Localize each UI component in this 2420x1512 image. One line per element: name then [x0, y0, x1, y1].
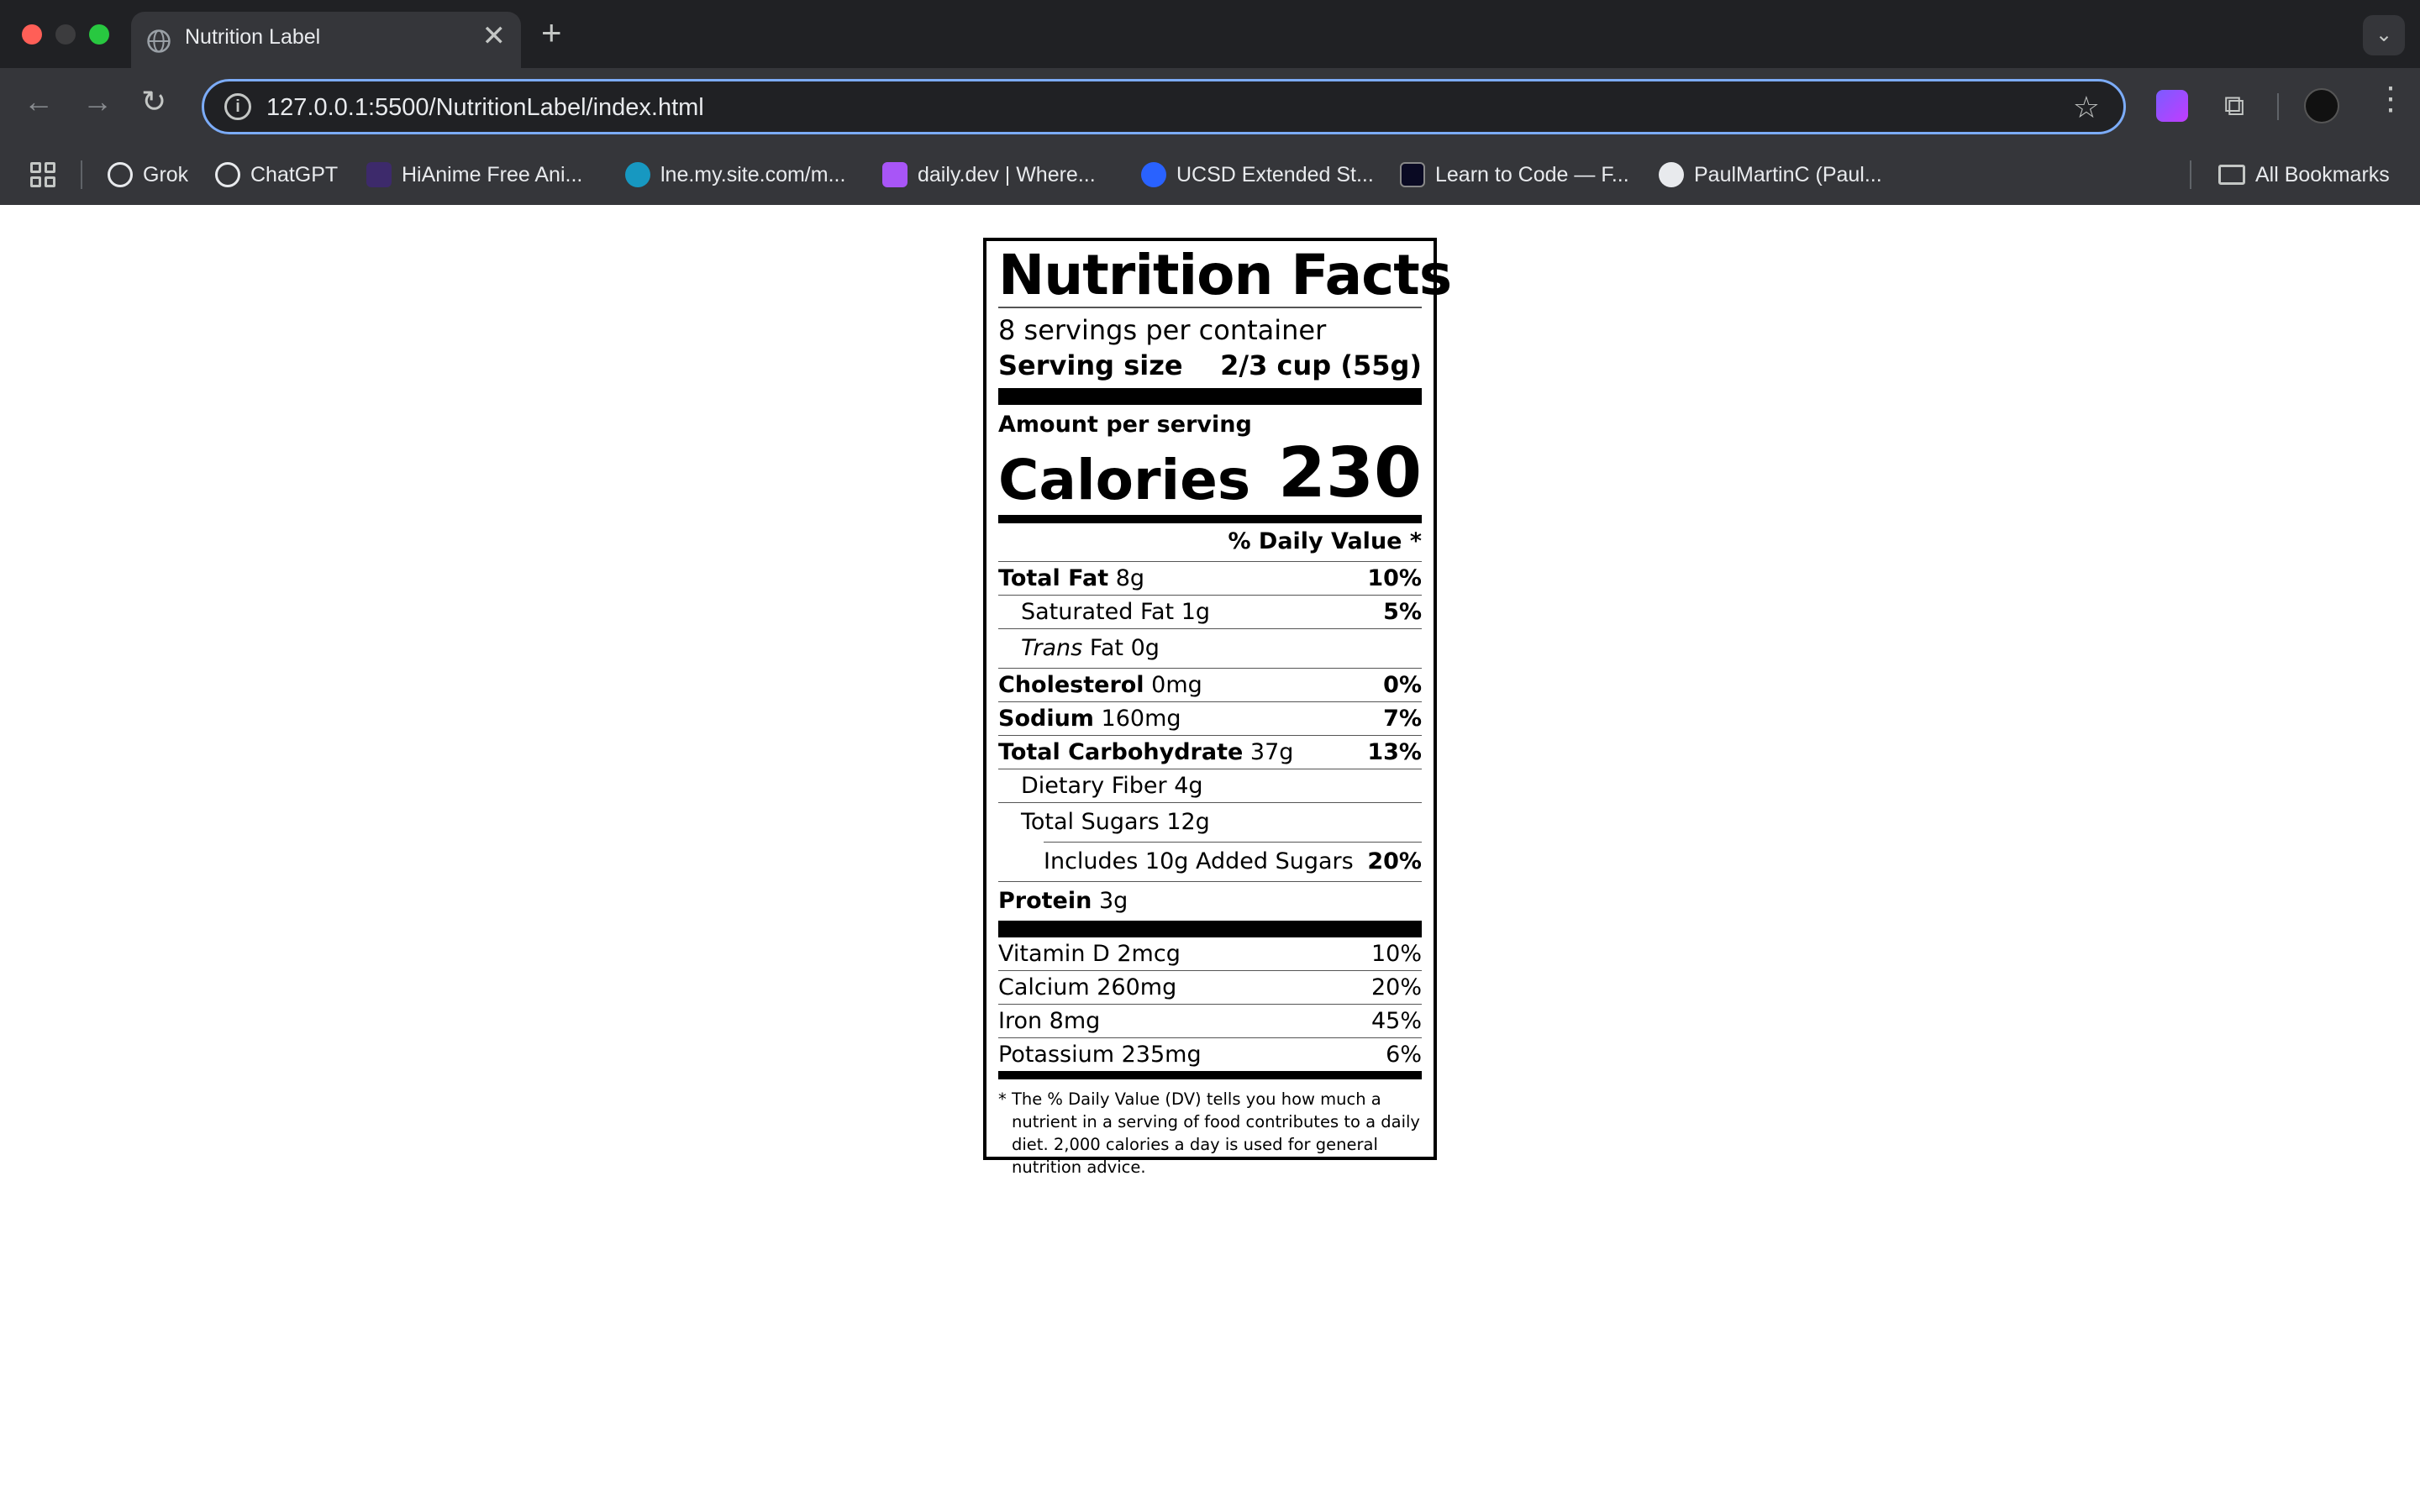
bookmarks-bar: Grok ChatGPT HiAnime Free Ani... lne.my.…	[0, 145, 2420, 205]
apps-grid-icon[interactable]	[30, 162, 55, 187]
bookmark-chatgpt[interactable]: ChatGPT	[215, 160, 338, 190]
calories-label: Calories	[998, 447, 1251, 512]
nutrient-row-trans-fat: Trans Fat 0g	[1021, 635, 1160, 662]
nutrient-row-protein: Protein 3g	[998, 888, 1128, 915]
browser-chrome: Nutrition Label ✕ + ⌄ ← → ↻ i 127.0.0.1:…	[0, 0, 2420, 205]
nutrient-row-dietary-fiber: Dietary Fiber 4g	[1021, 772, 1203, 799]
saturated-fat-pct: 5%	[1383, 598, 1422, 625]
nutrient-row-total-fat: Total Fat 8g 10%	[998, 564, 1422, 591]
bookmarks-divider-right	[2190, 160, 2191, 189]
toolbar-divider	[2277, 93, 2279, 120]
site-info-icon[interactable]: i	[224, 93, 251, 120]
serving-size-label: Serving size	[998, 349, 1183, 381]
nutrient-row-sodium: Sodium 160mg 7%	[998, 705, 1422, 732]
calories-value: 230	[1277, 433, 1422, 513]
profile-avatar[interactable]	[2304, 88, 2339, 123]
vitamin-row: Vitamin D 2mcg 10%	[998, 940, 1422, 967]
serving-size-row: Serving size 2/3 cup (55g)	[998, 349, 1422, 384]
tab-strip: Nutrition Label ✕ + ⌄	[0, 0, 2420, 68]
maximize-window-button[interactable]	[89, 24, 109, 45]
calories-row: Calories 230	[998, 433, 1422, 513]
nutrition-label: Nutrition Facts 8 servings per container…	[983, 238, 1452, 1177]
cholesterol-pct: 0%	[1383, 671, 1422, 698]
forward-button[interactable]: →	[82, 87, 113, 117]
back-button[interactable]: ←	[24, 87, 54, 117]
bookmark-star-icon[interactable]: ☆	[2073, 90, 2100, 125]
extension-icon[interactable]	[2156, 90, 2188, 122]
toolbar: ← → ↻ i 127.0.0.1:5500/NutritionLabel/in…	[0, 68, 2420, 145]
total-carbohydrate-pct: 13%	[1367, 738, 1422, 765]
grok-icon	[108, 162, 133, 187]
menu-kebab-icon[interactable]: ⋮	[2375, 83, 2407, 115]
bookmark-salesforce[interactable]: lne.my.site.com/m...	[625, 160, 845, 190]
dailydev-icon	[882, 162, 908, 187]
bookmark-dailydev[interactable]: daily.dev | Where...	[882, 160, 1096, 190]
tab-search-chevron-icon[interactable]: ⌄	[2363, 15, 2405, 55]
nutrient-row-cholesterol: Cholesterol 0mg 0%	[998, 671, 1422, 698]
cloud-icon	[625, 162, 650, 187]
thick-divider	[998, 388, 1422, 406]
label-title: Nutrition Facts	[998, 243, 1452, 307]
sodium-pct: 7%	[1383, 705, 1422, 732]
total-fat-pct: 10%	[1367, 564, 1422, 591]
bookmark-github[interactable]: PaulMartinC (Paul...	[1659, 160, 1882, 190]
daily-value-header: % Daily Value *	[1228, 528, 1422, 554]
all-bookmarks-button[interactable]: All Bookmarks	[2218, 160, 2390, 190]
close-tab-icon[interactable]: ✕	[482, 22, 507, 50]
nutrient-row-saturated-fat: Saturated Fat 1g 5%	[1021, 598, 1422, 625]
nutrient-row-total-carbohydrate: Total Carbohydrate 37g 13%	[998, 738, 1422, 765]
github-icon	[1659, 162, 1684, 187]
nutrient-row-added-sugars: Includes 10g Added Sugars 20%	[1044, 848, 1422, 875]
bookmark-ucsd[interactable]: UCSD Extended St...	[1141, 160, 1374, 190]
chatgpt-icon	[215, 162, 240, 187]
vitamin-row: Potassium 235mg 6%	[998, 1041, 1422, 1068]
address-bar[interactable]: i 127.0.0.1:5500/NutritionLabel/index.ht…	[202, 79, 2126, 134]
medium-divider	[998, 1070, 1422, 1079]
bookmark-freecodecamp[interactable]: Learn to Code — F...	[1400, 160, 1629, 190]
bookmark-hianime[interactable]: HiAnime Free Ani...	[366, 160, 582, 190]
vitamin-row: Iron 8mg 45%	[998, 1007, 1422, 1034]
serving-size-value: 2/3 cup (55g)	[1220, 349, 1422, 381]
servings-per-container: 8 servings per container	[998, 314, 1327, 346]
freecodecamp-icon	[1400, 162, 1425, 187]
folder-icon	[2218, 165, 2245, 185]
vitamin-row: Calcium 260mg 20%	[998, 974, 1422, 1000]
nutrient-row-total-sugars: Total Sugars 12g	[1021, 809, 1210, 836]
bookmarks-divider	[81, 160, 82, 189]
added-sugars-pct: 20%	[1367, 848, 1422, 875]
url-text[interactable]: 127.0.0.1:5500/NutritionLabel/index.html	[266, 94, 704, 122]
tab-title: Nutrition Label	[185, 25, 321, 49]
minimize-window-button[interactable]	[55, 24, 76, 45]
daily-value-footnote: * The % Daily Value (DV) tells you how m…	[998, 1089, 1420, 1178]
hianime-icon	[366, 162, 392, 187]
close-window-button[interactable]	[22, 24, 42, 45]
bookmark-grok[interactable]: Grok	[108, 160, 188, 190]
thick-divider	[998, 920, 1422, 937]
extensions-puzzle-icon[interactable]: ⧉	[2218, 90, 2250, 122]
new-tab-button[interactable]: +	[541, 15, 562, 50]
reload-button[interactable]: ↻	[141, 87, 166, 117]
ucsd-icon	[1141, 162, 1166, 187]
medium-divider	[998, 514, 1422, 523]
tab-nutrition-label[interactable]: Nutrition Label ✕	[131, 12, 521, 68]
globe-icon	[147, 29, 171, 53]
